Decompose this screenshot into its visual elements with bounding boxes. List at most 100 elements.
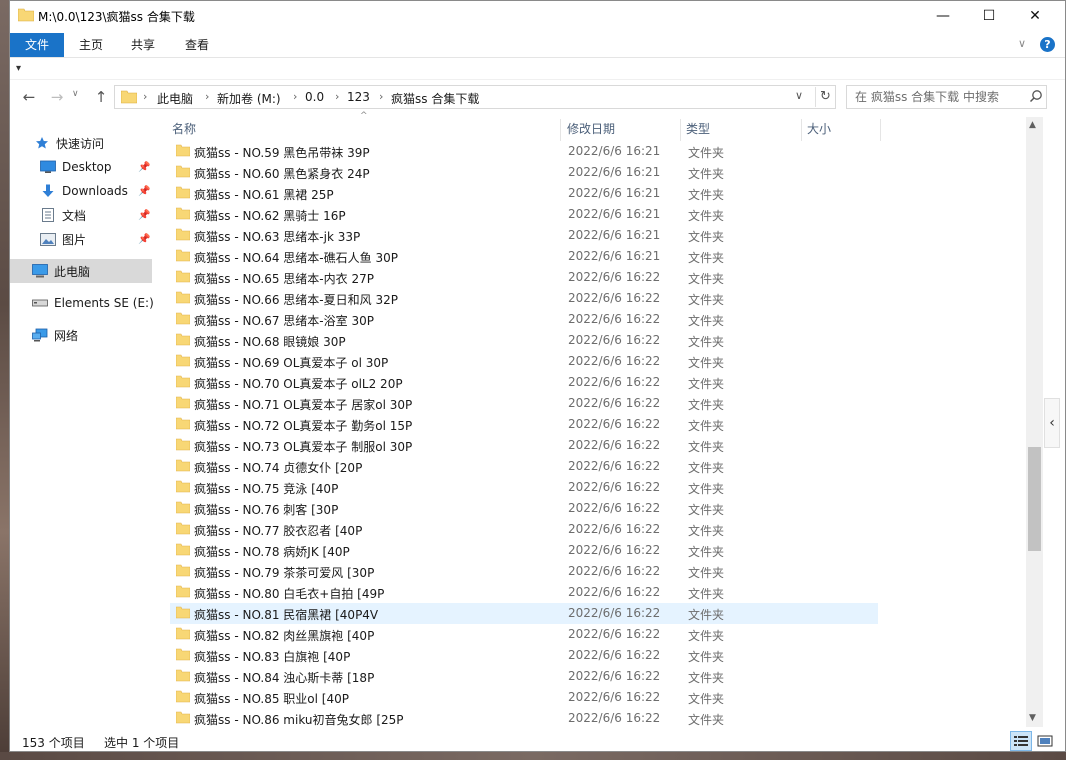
folder-icon: [17, 8, 35, 25]
table-row[interactable]: 疯猫ss - NO.77 胶衣忍者 [40P 2022/6/6 16:22 文件夹: [170, 519, 878, 540]
file-type: 文件夹: [688, 566, 725, 580]
pin-icon[interactable]: 📌: [138, 162, 150, 173]
tab-share[interactable]: 共享: [118, 33, 168, 57]
table-row[interactable]: 疯猫ss - NO.64 思绪本-礁石人鱼 30P 2022/6/6 16:21 文…: [170, 246, 878, 267]
table-row[interactable]: 疯猫ss - NO.59 黑色吊带袜 39P 2022/6/6 16:21 文件夹: [170, 141, 878, 162]
column-divider[interactable]: [880, 119, 881, 141]
breadcrumb-folder-00[interactable]: 0.0: [305, 90, 324, 104]
help-icon[interactable]: ?: [1040, 37, 1055, 52]
folder-icon: [175, 522, 191, 538]
table-row[interactable]: 疯猫ss - NO.67 思绪本-浴室 30P 2022/6/6 16:22 文件夹: [170, 309, 878, 330]
scroll-up-icon[interactable]: ▲: [1029, 120, 1036, 130]
column-header-size[interactable]: 大小: [807, 117, 877, 141]
breadcrumb-folder-123[interactable]: 123: [347, 90, 370, 104]
file-name: 疯猫ss - NO.81 民宿黑裙 [40P4V: [194, 608, 379, 622]
file-type: 文件夹: [688, 629, 725, 643]
table-row[interactable]: 疯猫ss - NO.66 思绪本-夏日和风 32P 2022/6/6 16:22 文…: [170, 288, 878, 309]
tab-view[interactable]: 查看: [170, 33, 224, 57]
forward-button[interactable]: →: [46, 87, 68, 107]
column-divider[interactable]: [560, 119, 561, 141]
breadcrumb-current-folder[interactable]: 疯猫ss 合集下载: [391, 90, 479, 107]
pin-icon[interactable]: 📌: [138, 186, 150, 197]
table-row[interactable]: 疯猫ss - NO.71 OL真爱本子 居家ol 30P 2022/6/6 16:…: [170, 393, 878, 414]
table-row[interactable]: 疯猫ss - NO.65 思绪本-内衣 27P 2022/6/6 16:22 文件夹: [170, 267, 878, 288]
sidebar-item-elements-drive[interactable]: Elements SE (E:): [10, 291, 154, 315]
table-row[interactable]: 疯猫ss - NO.76 刺客 [30P 2022/6/6 16:22 文件夹: [170, 498, 878, 519]
ribbon-divider: [10, 57, 1065, 58]
recent-locations-icon[interactable]: ∨: [72, 89, 79, 99]
details-view-button[interactable]: [1010, 731, 1032, 751]
column-divider[interactable]: [680, 119, 681, 141]
file-date: 2022/6/6 16:22: [568, 711, 661, 725]
table-row[interactable]: 疯猫ss - NO.62 黑骑士 16P 2022/6/6 16:21 文件夹: [170, 204, 878, 225]
column-header-name[interactable]: 名称: [172, 117, 560, 141]
file-type: 文件夹: [688, 377, 725, 391]
title-bar[interactable]: M:\0.0\123\疯猫ss 合集下载 — ☐ ✕: [10, 1, 1065, 31]
pin-icon[interactable]: 📌: [138, 210, 150, 221]
breadcrumb-separator[interactable]: ›: [335, 90, 339, 103]
close-button[interactable]: ✕: [1012, 1, 1058, 31]
back-button[interactable]: ←: [18, 87, 40, 107]
table-row[interactable]: 疯猫ss - NO.82 肉丝黑旗袍 [40P 2022/6/6 16:22 文件夹: [170, 624, 878, 645]
table-row[interactable]: 疯猫ss - NO.74 贞德女仆 [20P 2022/6/6 16:22 文件夹: [170, 456, 878, 477]
table-row[interactable]: 疯猫ss - NO.63 思绪本-jk 33P 2022/6/6 16:21 文件夹: [170, 225, 878, 246]
table-row[interactable]: 疯猫ss - NO.69 OL真爱本子 ol 30P 2022/6/6 16:22…: [170, 351, 878, 372]
address-bar[interactable]: › 此电脑 › 新加卷 (M:) › 0.0 › 123 › 疯猫ss 合集下载…: [114, 85, 836, 109]
search-icon[interactable]: [1029, 89, 1043, 106]
table-row[interactable]: 疯猫ss - NO.79 茶茶可爱风 [30P 2022/6/6 16:22 文件夹: [170, 561, 878, 582]
table-row[interactable]: 疯猫ss - NO.73 OL真爱本子 制服ol 30P 2022/6/6 16:…: [170, 435, 878, 456]
sidebar-item-documents[interactable]: 文档 📌: [10, 203, 152, 227]
table-row[interactable]: 疯猫ss - NO.80 白毛衣+自拍 [49P 2022/6/6 16:22 文件…: [170, 582, 878, 603]
table-row[interactable]: 疯猫ss - NO.72 OL真爱本子 勤务ol 15P 2022/6/6 16:…: [170, 414, 878, 435]
table-row[interactable]: 疯猫ss - NO.84 浊心斯卡蒂 [18P 2022/6/6 16:22 文件夹: [170, 666, 878, 687]
minimize-button[interactable]: —: [920, 1, 966, 31]
maximize-button[interactable]: ☐: [966, 1, 1012, 31]
table-row[interactable]: 疯猫ss - NO.85 职业ol [40P 2022/6/6 16:22 文件夹: [170, 687, 878, 708]
sidebar-item-pictures[interactable]: 图片 📌: [10, 227, 152, 251]
file-date: 2022/6/6 16:22: [568, 417, 661, 431]
breadcrumb-separator[interactable]: ›: [379, 90, 383, 103]
table-row[interactable]: 疯猫ss - NO.78 病娇JK [40P 2022/6/6 16:22 文件夹: [170, 540, 878, 561]
sidebar-item-desktop[interactable]: Desktop 📌: [10, 155, 152, 179]
preview-pane-toggle[interactable]: ‹: [1044, 398, 1060, 448]
sidebar-item-network[interactable]: 网络: [10, 323, 152, 347]
scrollbar-thumb[interactable]: [1028, 447, 1041, 551]
up-button[interactable]: ↑: [90, 87, 112, 107]
table-row[interactable]: 疯猫ss - NO.70 OL真爱本子 olL2 20P 2022/6/6 16:…: [170, 372, 878, 393]
refresh-icon[interactable]: ↻: [815, 87, 835, 107]
table-row[interactable]: 疯猫ss - NO.86 miku初音兔女郎 [25P 2022/6/6 16:2…: [170, 708, 878, 729]
breadcrumb-separator[interactable]: ›: [205, 90, 209, 103]
scroll-down-icon[interactable]: ▼: [1029, 713, 1036, 723]
tab-file[interactable]: 文件: [10, 33, 64, 57]
breadcrumb-drive[interactable]: 新加卷 (M:): [217, 90, 281, 107]
column-divider[interactable]: [801, 119, 802, 141]
breadcrumb-separator[interactable]: ›: [293, 90, 297, 103]
large-icons-view-button[interactable]: [1034, 731, 1056, 751]
vertical-scrollbar[interactable]: ▲ ▼: [1026, 117, 1043, 727]
file-date: 2022/6/6 16:22: [568, 438, 661, 452]
table-row[interactable]: 疯猫ss - NO.60 黑色紧身衣 24P 2022/6/6 16:21 文件夹: [170, 162, 878, 183]
breadcrumb-this-pc[interactable]: 此电脑: [157, 90, 193, 107]
file-date: 2022/6/6 16:22: [568, 396, 661, 410]
column-header-type[interactable]: 类型: [686, 117, 796, 141]
picture-icon: [40, 231, 56, 247]
table-row[interactable]: 疯猫ss - NO.61 黑裙 25P 2022/6/6 16:21 文件夹: [170, 183, 878, 204]
folder-icon: [175, 228, 191, 244]
pin-icon[interactable]: 📌: [138, 234, 150, 245]
sidebar-item-downloads[interactable]: Downloads 📌: [10, 179, 152, 203]
breadcrumb-separator[interactable]: ›: [143, 90, 147, 103]
table-row[interactable]: 疯猫ss - NO.83 白旗袍 [40P 2022/6/6 16:22 文件夹: [170, 645, 878, 666]
table-row[interactable]: 疯猫ss - NO.81 民宿黑裙 [40P4V 2022/6/6 16:22 文件…: [170, 603, 878, 624]
sidebar-item-this-pc[interactable]: 此电脑: [10, 259, 152, 283]
table-row[interactable]: 疯猫ss - NO.75 竞泳 [40P 2022/6/6 16:22 文件夹: [170, 477, 878, 498]
search-input[interactable]: [847, 86, 1025, 108]
address-dropdown-icon[interactable]: ∨: [795, 89, 803, 102]
folder-icon: [175, 165, 191, 181]
network-icon: [32, 327, 48, 343]
tab-home[interactable]: 主页: [66, 33, 116, 57]
expand-ribbon-icon[interactable]: ∨: [1018, 37, 1026, 50]
quick-access-toolbar-icon[interactable]: ▾: [16, 63, 21, 74]
table-row[interactable]: 疯猫ss - NO.68 眼镜娘 30P 2022/6/6 16:22 文件夹: [170, 330, 878, 351]
column-header-date[interactable]: 修改日期: [567, 117, 677, 141]
sidebar-item-quick-access[interactable]: 快速访问: [10, 131, 152, 155]
